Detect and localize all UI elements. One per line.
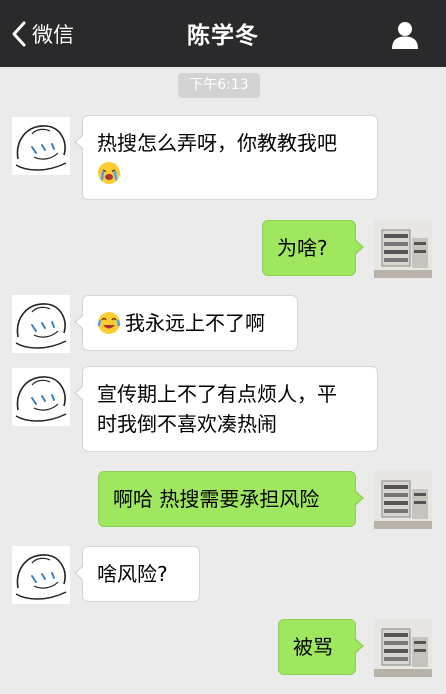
message-text: 啊哈 热搜需要承担风险 (113, 487, 320, 511)
outgoing-bubble: 为啥? (262, 220, 364, 276)
cartoon-avatar-icon (15, 125, 67, 171)
my-avatar[interactable] (374, 471, 432, 529)
timestamp: 下午6:13 (178, 73, 260, 98)
incoming-bubble: 宣传期上不了有点烦人，平 时我倒不喜欢凑热闹 (74, 366, 378, 452)
chat-title: 陈学冬 (187, 23, 259, 49)
cartoon-avatar-icon (15, 303, 67, 349)
message-text: 被骂 (293, 635, 333, 659)
person-icon (392, 22, 418, 49)
outgoing-bubble: 被骂 (278, 619, 364, 675)
photo-avatar-icon (374, 220, 432, 278)
my-avatar[interactable] (374, 220, 432, 278)
incoming-bubble: 啥风险? (74, 546, 200, 602)
photo-avatar-icon (374, 471, 432, 529)
contact-avatar[interactable] (12, 546, 70, 604)
message-text-line2: 时我倒不喜欢凑热闹 (97, 412, 277, 436)
message-text: 啥风险? (97, 562, 168, 586)
incoming-bubble: 热搜怎么弄呀，你教教我吧 (74, 115, 378, 200)
contact-avatar[interactable] (12, 368, 70, 426)
profile-button[interactable] (390, 20, 420, 50)
cartoon-avatar-icon (15, 554, 67, 600)
cartoon-avatar-icon (15, 376, 67, 422)
incoming-bubble: 我永远上不了啊 (74, 295, 298, 351)
message-text-line1: 宣传期上不了有点烦人，平 (97, 382, 337, 406)
outgoing-bubble: 啊哈 热搜需要承担风险 (98, 471, 364, 527)
my-avatar[interactable] (374, 619, 432, 677)
contact-avatar[interactable] (12, 117, 70, 175)
chat-header: 微信 陈学冬 (0, 0, 446, 67)
crying-face-icon (98, 162, 120, 184)
message-text: 我永远上不了啊 (125, 311, 265, 335)
contact-avatar[interactable] (12, 295, 70, 353)
laughing-tears-icon (97, 312, 121, 334)
message-text: 为啥? (277, 236, 328, 260)
message-text: 热搜怎么弄呀，你教教我吧 (97, 131, 337, 155)
photo-avatar-icon (374, 619, 432, 677)
